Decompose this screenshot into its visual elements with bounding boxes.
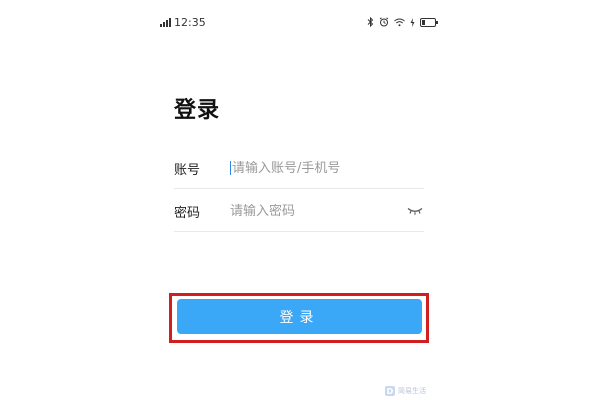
password-row: 密码 <box>174 191 424 232</box>
account-label: 账号 <box>174 162 201 178</box>
wifi-icon <box>394 18 405 26</box>
account-row: 账号 <box>174 148 424 189</box>
status-bar-right <box>367 17 438 27</box>
bluetooth-icon <box>367 17 374 27</box>
signal-icon <box>160 17 171 27</box>
login-screen: 12:35 登录 账号 密码 <box>0 0 600 400</box>
watermark-logo-icon: D <box>385 386 395 396</box>
status-bar-left: 12:35 <box>160 16 206 29</box>
text-caret <box>230 161 231 175</box>
watermark-text: 简易生活 <box>398 387 426 395</box>
password-label: 密码 <box>174 205 201 221</box>
password-input[interactable] <box>230 203 406 219</box>
status-time: 12:35 <box>174 15 206 29</box>
status-bar: 12:35 <box>160 12 438 32</box>
account-input[interactable] <box>232 160 424 176</box>
alarm-icon <box>379 17 389 27</box>
watermark: D 简易生活 <box>385 386 426 396</box>
charging-icon <box>410 17 415 27</box>
page-title: 登录 <box>174 98 221 123</box>
battery-icon <box>420 17 438 27</box>
eye-closed-icon[interactable] <box>406 206 424 216</box>
login-button[interactable]: 登录 <box>177 299 422 334</box>
